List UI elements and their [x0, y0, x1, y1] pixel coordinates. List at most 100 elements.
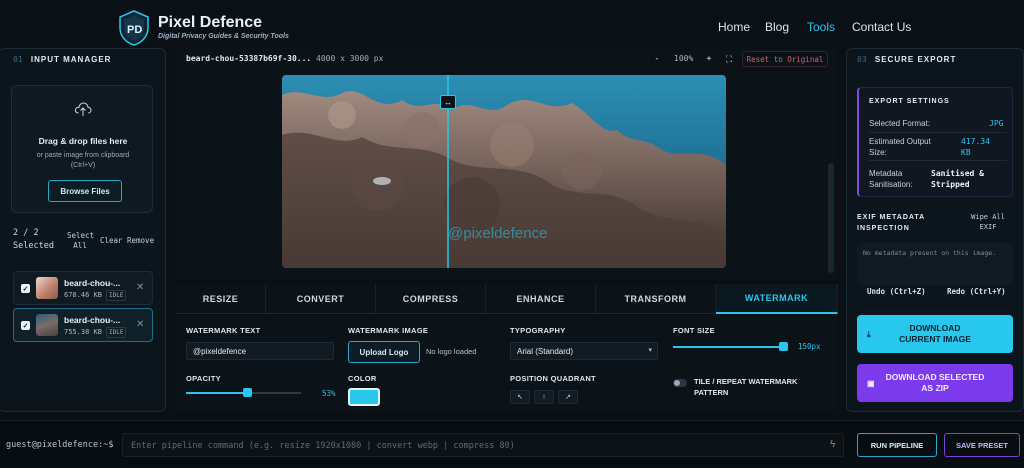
secure-export-header: 03 SECURE EXPORT	[857, 55, 956, 64]
opacity-value: 53%	[322, 389, 336, 398]
selection-count: 2 / 2 Selected	[13, 228, 54, 251]
download-current-button[interactable]: ⤓ DOWNLOAD CURRENT IMAGE	[857, 315, 1013, 353]
watermark-settings: WATERMARK TEXT @pixeldefence WATERMARK I…	[176, 314, 838, 412]
zoom-in-button[interactable]: +	[702, 52, 716, 66]
tile-toggle[interactable]	[673, 379, 687, 387]
browse-files-button[interactable]: Browse Files	[48, 180, 122, 202]
position-quadrant-label: POSITION QUADRANT	[510, 374, 596, 383]
shield-logo-icon[interactable]: PD	[118, 10, 150, 46]
archive-icon: ▣	[867, 379, 875, 388]
font-size-label: FONT SIZE	[673, 326, 715, 335]
file-name: beard-chou-...	[64, 315, 121, 325]
download-zip-label: DOWNLOAD SELECTED AS ZIP	[885, 372, 985, 393]
compare-handle[interactable]: ↔	[440, 95, 456, 109]
quadrant-top-left-icon[interactable]: ↖	[510, 390, 530, 404]
terminal-prompt: guest@pixeldefence:~$	[6, 440, 114, 450]
metadata-value: Sanitised & Stripped	[931, 169, 984, 189]
file-status-badge: IDLE	[106, 327, 127, 338]
tab-convert[interactable]: CONVERT	[266, 284, 376, 314]
format-value: JPG	[989, 119, 1004, 128]
preview-dimensions: 4000 x 3000 px	[316, 54, 384, 63]
tab-transform[interactable]: TRANSFORM	[596, 284, 716, 314]
opacity-slider-thumb[interactable]	[243, 388, 252, 397]
font-size-slider-thumb[interactable]	[779, 342, 788, 351]
file-thumbnail	[36, 314, 58, 336]
zoom-level: 100%	[674, 54, 694, 63]
watermark-text-label: WATERMARK TEXT	[186, 326, 261, 335]
fit-screen-icon[interactable]: ⛶	[722, 52, 736, 66]
nav-home[interactable]: Home	[718, 20, 750, 34]
file-thumbnail	[36, 277, 58, 299]
nav-blog[interactable]: Blog	[765, 20, 789, 34]
select-all-button[interactable]: Select All	[67, 231, 94, 251]
upload-logo-button[interactable]: Upload Logo	[348, 341, 420, 363]
redo-button[interactable]: Redo (Ctrl+Y)	[947, 287, 1006, 296]
file-dropzone[interactable]: Drag & drop files here or paste image fr…	[11, 85, 153, 213]
quadrant-top-right-icon[interactable]: ↗	[558, 390, 578, 404]
wipe-exif-button[interactable]: Wipe All EXIF	[965, 212, 1011, 232]
svg-text:PD: PD	[127, 24, 142, 36]
brand-tagline: Digital Privacy Guides & Security Tools	[158, 33, 289, 40]
save-preset-button[interactable]: SAVE PRESET	[944, 433, 1020, 457]
remove-button[interactable]: Remove	[127, 236, 154, 245]
input-manager-panel: 01 INPUT MANAGER Drag & drop files here …	[0, 48, 166, 412]
quadrant-top-icon[interactable]: ↑	[534, 390, 554, 404]
file-status-badge: IDLE	[106, 290, 127, 301]
download-zip-button[interactable]: ▣ DOWNLOAD SELECTED AS ZIP	[857, 364, 1013, 402]
nav-tools[interactable]: Tools	[807, 20, 835, 34]
tab-resize[interactable]: RESIZE	[176, 284, 266, 314]
tile-watermark-label: TILE / REPEAT WATERMARK PATTERN	[694, 377, 798, 397]
run-pipeline-button[interactable]: RUN PIPELINE	[857, 433, 937, 457]
export-settings-title: EXPORT SETTINGS	[869, 98, 950, 105]
typography-label: TYPOGRAPHY	[510, 326, 566, 335]
nav-contact[interactable]: Contact Us	[852, 20, 911, 34]
font-size-slider-fill	[673, 346, 783, 348]
close-icon[interactable]: ✕	[136, 319, 144, 330]
color-swatch[interactable]	[348, 388, 380, 406]
close-icon[interactable]: ✕	[136, 282, 144, 293]
no-logo-status: No logo loaded	[426, 347, 477, 356]
file-name: beard-chou-...	[64, 278, 121, 288]
watermark-text-input[interactable]: @pixeldefence	[186, 342, 334, 360]
file-size: 755.38 KB	[64, 328, 102, 336]
secure-export-panel: 03 SECURE EXPORT EXPORT SETTINGS Selecte…	[846, 48, 1024, 412]
export-settings-box: EXPORT SETTINGS Selected Format: JPG Est…	[857, 87, 1013, 197]
preview-image[interactable]: ↔ @pixeldefence	[282, 75, 726, 268]
font-size-slider[interactable]	[673, 342, 788, 351]
opacity-slider[interactable]	[186, 388, 301, 397]
download-icon: ⤓	[867, 330, 871, 339]
file-checkbox[interactable]: ✓	[21, 284, 30, 293]
tab-enhance[interactable]: ENHANCE	[486, 284, 596, 314]
watermark-preview-text: @pixeldefence	[448, 225, 548, 242]
section-title: SECURE EXPORT	[874, 55, 957, 64]
file-list-item[interactable]: ✓ beard-chou-... 755.38 KB IDLE ✕	[13, 308, 153, 342]
format-key: Selected Format:	[869, 119, 930, 128]
bolt-icon: ϟ	[830, 439, 836, 450]
metadata-key: Metadata Sanitisation:	[869, 169, 913, 189]
tab-compress[interactable]: COMPRESS	[376, 284, 486, 314]
dropzone-subtitle: or paste image from clipboard (Ctrl+V)	[36, 152, 130, 169]
section-title: INPUT MANAGER	[30, 55, 112, 64]
command-bar: guest@pixeldefence:~$ Enter pipeline com…	[0, 420, 1024, 468]
zoom-out-button[interactable]: -	[650, 52, 664, 66]
pipeline-command-input[interactable]: Enter pipeline command (e.g. resize 1920…	[122, 433, 844, 457]
preview-area: beard-chou-53387b69f-30... 4000 x 3000 p…	[176, 48, 838, 280]
divider	[869, 132, 1007, 133]
typography-select[interactable]: Arial (Standard) ▾	[510, 342, 658, 360]
file-list-item[interactable]: ✓ beard-chou-... 678.46 KB IDLE ✕	[13, 271, 153, 305]
opacity-slider-fill	[186, 392, 247, 394]
section-number: 03	[857, 55, 867, 64]
reset-to-original-button[interactable]: Reset to Original	[742, 51, 828, 67]
watermark-image-label: WATERMARK IMAGE	[348, 326, 429, 335]
file-checkbox[interactable]: ✓	[21, 321, 30, 330]
tab-watermark[interactable]: WATERMARK	[716, 284, 838, 314]
typography-value: Arial (Standard)	[517, 347, 574, 356]
input-manager-header: 01 INPUT MANAGER	[13, 55, 111, 64]
brand-name[interactable]: Pixel Defence	[158, 14, 262, 32]
tool-tabs: RESIZE CONVERT COMPRESS ENHANCE TRANSFOR…	[176, 284, 838, 314]
clear-button[interactable]: Clear	[100, 236, 123, 245]
undo-button[interactable]: Undo (Ctrl+Z)	[867, 287, 926, 296]
upload-cloud-icon	[74, 102, 92, 116]
preview-filename: beard-chou-53387b69f-30...	[186, 54, 312, 63]
preview-scrollbar[interactable]	[828, 163, 834, 273]
